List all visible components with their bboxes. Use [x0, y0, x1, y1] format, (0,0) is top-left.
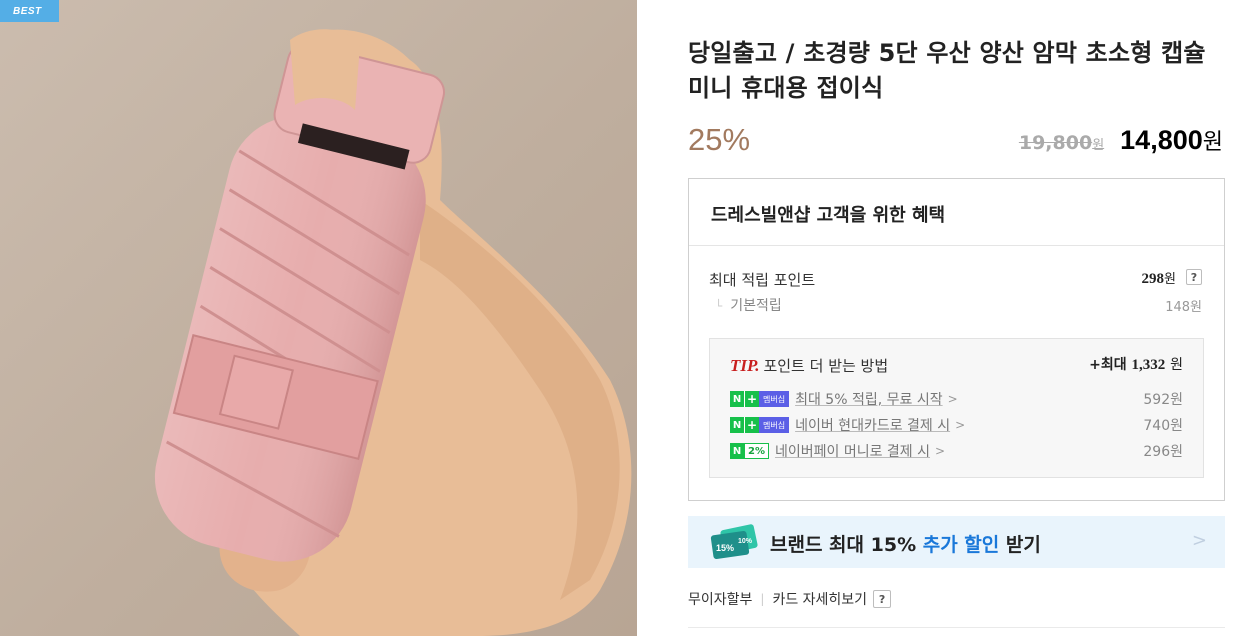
chevron-right-icon: >	[947, 392, 958, 406]
divider	[688, 627, 1225, 628]
divider	[689, 245, 1224, 246]
svg-text:15%: 15%	[716, 543, 734, 553]
original-price: 19,800원	[1018, 132, 1105, 154]
product-title: 당일출고 / 초경량 5단 우산 양산 암막 초소형 캡슐 미니 휴대용 접이식	[688, 39, 1206, 102]
tip-max-points: +최대 1,332 원	[1089, 357, 1183, 373]
naver-membership-badge: N + 멤버십	[730, 391, 790, 407]
tip-value: 740원	[1143, 418, 1183, 434]
price-row: 19,800원 14,800원	[1019, 124, 1223, 156]
tip-link[interactable]: 네이버 현대카드로 결제 시	[795, 415, 950, 435]
brand-coupon-banner[interactable]: 15% 10% 브랜드 최대 15% 추가 할인 받기 >	[688, 516, 1225, 568]
product-photo	[154, 29, 632, 636]
tip-value: 296원	[1143, 444, 1183, 460]
coupon-icon: 15% 10%	[710, 524, 758, 560]
installment-label: 무이자할부	[688, 592, 753, 608]
base-points-label: └ 기본적립	[715, 298, 782, 314]
tip-link[interactable]: 네이버페이 머니로 결제 시	[775, 441, 930, 461]
coupon-text: 브랜드 최대 15% 추가 할인 받기	[770, 534, 1041, 556]
installment-row: 무이자할부 | 카드 자세히보기 ?	[688, 589, 892, 609]
tip-row-membership[interactable]: N + 멤버십 최대 5% 적립, 무료 시작 > 592원	[730, 389, 1183, 409]
base-points-value: 148원	[1165, 300, 1202, 315]
card-help-button[interactable]: ?	[873, 590, 892, 608]
max-points-label: 최대 적립 포인트	[709, 271, 816, 289]
card-details-link[interactable]: 카드 자세히보기	[772, 589, 867, 609]
benefit-title: 드레스빌앤샵 고객을 위한 혜택	[711, 205, 946, 226]
tip-row-npay-money[interactable]: N 2% 네이버페이 머니로 결제 시 > 296원	[730, 441, 1183, 461]
chevron-right-icon: >	[1191, 530, 1207, 551]
product-image-pane[interactable]: BEST	[0, 0, 637, 636]
tip-link[interactable]: 최대 5% 적립, 무료 시작	[795, 389, 943, 409]
tip-box: TIP. 포인트 더 받는 방법 +최대 1,332 원 N + 멤버십 최대 5% …	[709, 338, 1204, 478]
tip-value: 592원	[1143, 392, 1183, 408]
npay-2pct-badge: N 2%	[730, 443, 769, 459]
svg-text:10%: 10%	[738, 538, 753, 545]
sale-price: 14,800원	[1120, 125, 1223, 155]
discount-rate: 25%	[688, 122, 751, 157]
points-help-button[interactable]: ?	[1186, 269, 1202, 285]
naver-membership-badge: N + 멤버십	[730, 417, 790, 433]
best-badge: BEST	[0, 0, 59, 22]
separator: |	[760, 592, 765, 606]
chevron-right-icon: >	[955, 418, 966, 432]
corner-icon: └	[715, 299, 723, 313]
tip-row-hyundai-card[interactable]: N + 멤버십 네이버 현대카드로 결제 시 > 740원	[730, 415, 1183, 435]
benefit-box: 드레스빌앤샵 고객을 위한 혜택 최대 적립 포인트 298원 ? └ 기본적립 …	[688, 178, 1225, 501]
chevron-right-icon: >	[935, 444, 946, 458]
tip-label: TIP. 포인트 더 받는 방법	[730, 356, 889, 375]
max-points-value: 298원	[1141, 271, 1176, 287]
